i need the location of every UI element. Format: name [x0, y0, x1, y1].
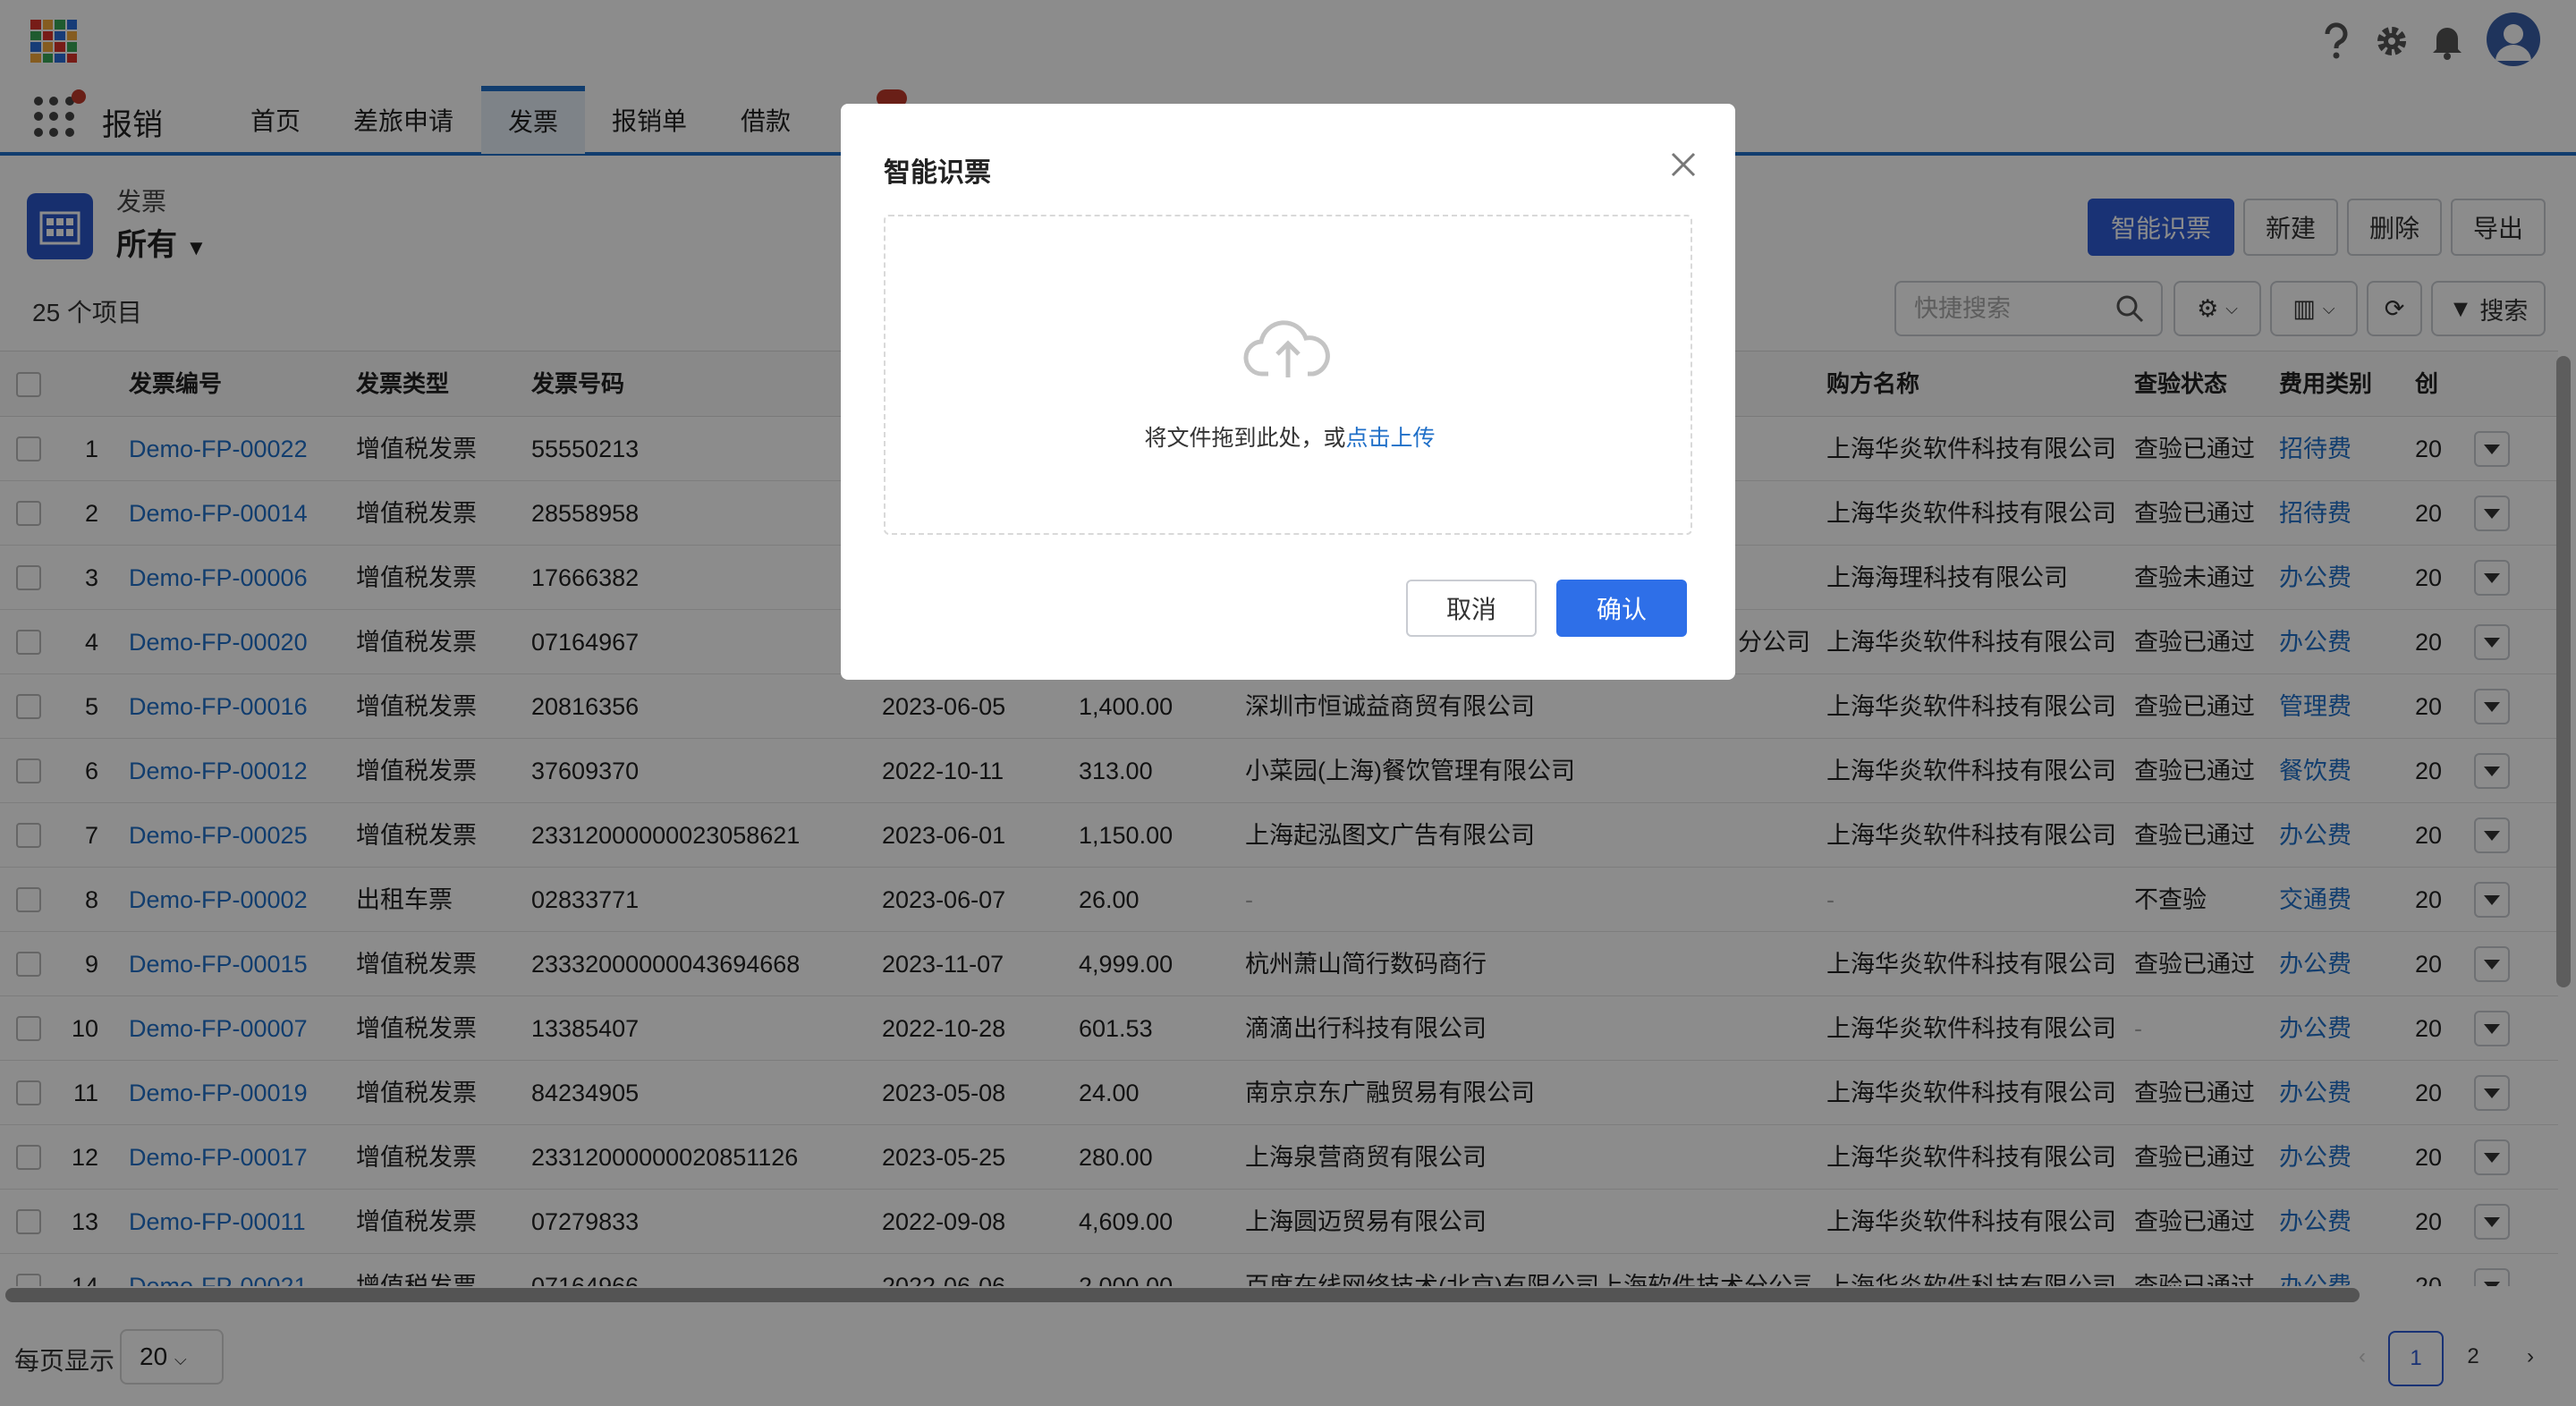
click-upload-link[interactable]: 点击上传 — [1346, 426, 1436, 451]
cancel-button[interactable]: 取消 — [1406, 580, 1537, 637]
file-drop-zone[interactable]: 将文件拖到此处，或点击上传 — [884, 215, 1692, 535]
drop-instruction: 将文件拖到此处，或点击上传 — [886, 420, 1694, 453]
confirm-button[interactable]: 确认 — [1556, 580, 1687, 637]
smart-invoice-dialog: 智能识票 将文件拖到此处，或点击上传 取消 确认 — [841, 104, 1735, 680]
dialog-title: 智能识票 — [884, 158, 991, 188]
close-icon[interactable] — [1664, 145, 1703, 184]
app-window: 报销 首页 差旅申请 发票 报销单 借款 发票 所有 ▼ 25 个项目 智能识票… — [0, 0, 2576, 1406]
cloud-upload-icon — [1243, 313, 1333, 384]
drop-text: 将文件拖到此处，或 — [1144, 426, 1346, 451]
